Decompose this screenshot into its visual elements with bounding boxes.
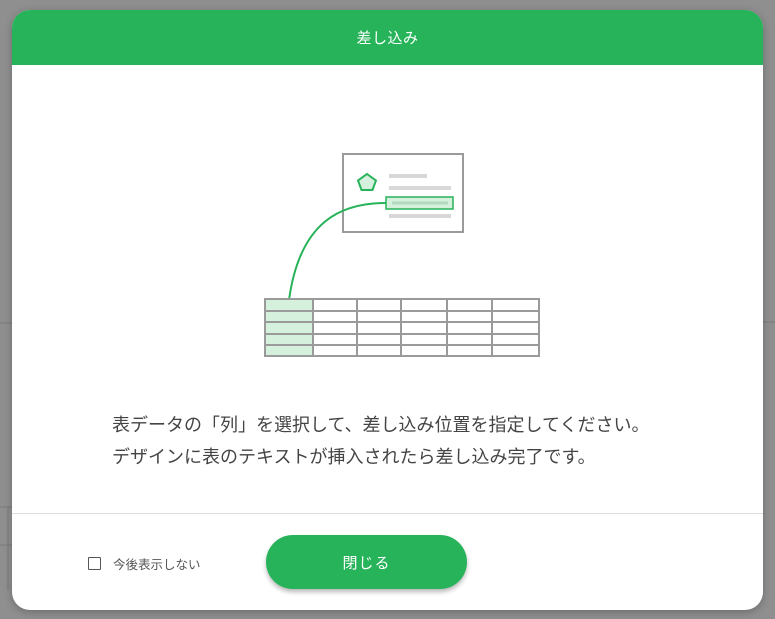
data-table (264, 298, 540, 357)
dialog-description: 表データの「列」を選択して、差し込み位置を指定してください。 デザインに表のテキ… (112, 410, 712, 474)
dont-show-again-option[interactable]: 今後表示しない (88, 554, 201, 573)
checkbox-icon[interactable] (88, 557, 101, 570)
dialog-header: 差し込み (12, 10, 763, 65)
merge-illustration (264, 153, 540, 357)
description-line: 表データの「列」を選択して、差し込み位置を指定してください。 (112, 415, 650, 436)
dialog-title: 差し込み (356, 29, 419, 47)
description-line: デザインに表のテキストが挿入されたら差し込み完了です。 (112, 447, 596, 468)
footer-divider (12, 513, 763, 514)
merge-dialog: 差し込み 表データの「列」を選択して、差し込み位置を指定してください。 デザイン… (12, 10, 763, 610)
design-card (342, 153, 464, 233)
close-button[interactable]: 閉じる (266, 535, 467, 589)
dont-show-again-label: 今後表示しない (113, 557, 201, 572)
selected-column (265, 299, 313, 356)
